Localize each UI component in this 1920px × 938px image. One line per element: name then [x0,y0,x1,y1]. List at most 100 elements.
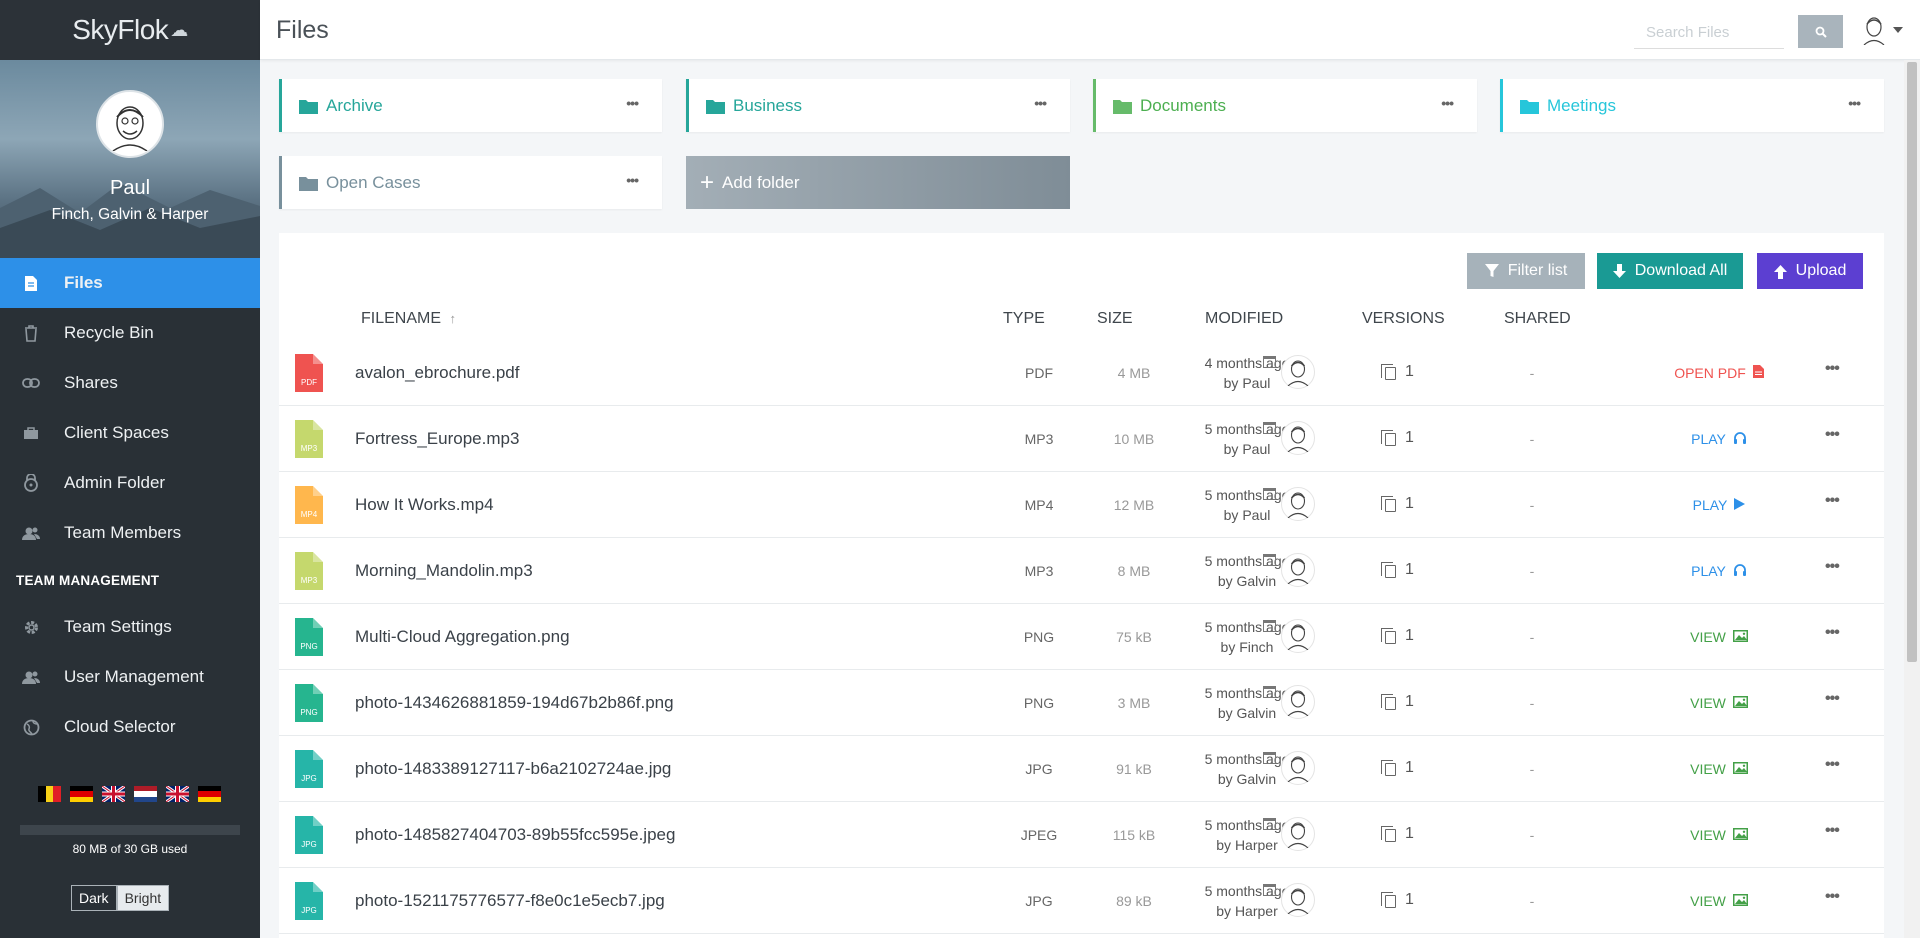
scrollbar-thumb[interactable] [1907,62,1917,662]
nav-item-team-settings[interactable]: Team Settings [0,602,260,652]
version-count[interactable]: 1 [1405,429,1414,447]
nav-item-files[interactable]: Files [0,258,260,308]
more-options-icon[interactable]: ••• [1825,426,1840,444]
more-options-icon[interactable]: ••• [1034,95,1047,111]
nav-item-client-spaces[interactable]: Client Spaces [0,408,260,458]
table-row[interactable]: PDF avalon_ebrochure.pdf PDF 4 MB 4 mont… [279,341,1884,406]
more-options-icon[interactable]: ••• [1825,360,1840,378]
more-options-icon[interactable]: ••• [1441,95,1454,111]
avatar[interactable] [96,90,164,158]
file-action-button[interactable]: OPEN PDF [1619,365,1819,381]
nav-item-admin-folder[interactable]: Admin Folder [0,458,260,508]
download-icon [1612,263,1626,278]
version-count[interactable]: 1 [1405,561,1414,579]
more-options-icon[interactable]: ••• [1825,756,1840,774]
folder-documents[interactable]: Documents ••• [1093,79,1477,132]
modifier-avatar [1281,883,1315,917]
file-name[interactable]: Morning_Mandolin.mp3 [355,561,533,581]
column-header-filename[interactable]: FILENAME ↑ [361,310,456,328]
file-action-label: VIEW [1690,695,1726,711]
more-options-icon[interactable]: ••• [1825,624,1840,642]
dark-theme-button[interactable]: Dark [71,885,117,911]
file-action-button[interactable]: PLAY [1619,431,1819,447]
version-count[interactable]: 1 [1405,825,1414,843]
column-header-type[interactable]: TYPE [1003,310,1045,328]
nav-item-label: Admin Folder [64,473,166,492]
file-name[interactable]: photo-1521175776577-f8e0c1e5ecb7.jpg [355,891,665,911]
file-action-button[interactable]: PLAY [1619,563,1819,579]
version-count[interactable]: 1 [1405,627,1414,645]
flag-gb-icon[interactable] [102,786,125,802]
modifier-avatar [1281,487,1315,521]
nav-item-cloud-selector[interactable]: Cloud Selector [0,702,260,752]
search-input[interactable] [1634,16,1784,49]
flag-de-icon[interactable] [70,786,93,802]
search-button[interactable] [1798,15,1843,48]
table-row[interactable]: PNG photo-1434626881859-194d67b2b86f.png… [279,671,1884,736]
folder-open-cases[interactable]: Open Cases ••• [279,156,662,209]
download-all-button[interactable]: Download All [1597,253,1743,289]
file-type-icon: MP3 [295,420,323,458]
more-options-icon[interactable]: ••• [1825,558,1840,576]
table-row[interactable]: JPG photo-1485827404703-89b55fcc595e.jpe… [279,803,1884,868]
nav-item-team-members[interactable]: Team Members [0,508,260,558]
more-options-icon[interactable]: ••• [626,172,639,188]
column-header-versions[interactable]: VERSIONS [1362,310,1445,328]
version-count[interactable]: 1 [1405,693,1414,711]
upload-button[interactable]: Upload [1757,253,1863,289]
folder-archive[interactable]: Archive ••• [279,79,662,132]
file-action-button[interactable]: PLAY [1619,497,1819,513]
nav-item-recycle-bin[interactable]: Recycle Bin [0,308,260,358]
more-options-icon[interactable]: ••• [626,95,639,111]
table-row[interactable]: JPG photo-1521175776577-f8e0c1e5ecb7.jpg… [279,869,1884,934]
folder-business[interactable]: Business ••• [686,79,1070,132]
column-header-modified[interactable]: MODIFIED [1205,310,1283,328]
more-options-icon[interactable]: ••• [1848,95,1861,111]
version-count[interactable]: 1 [1405,363,1414,381]
table-row[interactable]: MP3 Morning_Mandolin.mp3 MP3 8 MB 5 mont… [279,539,1884,604]
file-name[interactable]: photo-1483389127117-b6a2102724ae.jpg [355,759,671,779]
table-row[interactable]: JPG photo-1483389127117-b6a2102724ae.jpg… [279,737,1884,802]
file-type: JPG [1025,893,1053,909]
bright-theme-button[interactable]: Bright [116,885,170,911]
file-name[interactable]: Fortress_Europe.mp3 [355,429,519,449]
file-action-button[interactable]: VIEW [1619,695,1819,711]
more-options-icon[interactable]: ••• [1825,690,1840,708]
version-count[interactable]: 1 [1405,495,1414,513]
flag-be-icon[interactable] [38,786,62,802]
table-row[interactable]: PNG Multi-Cloud Aggregation.png PNG 75 k… [279,605,1884,670]
chevron-down-icon[interactable] [1893,27,1903,33]
file-action-button[interactable]: VIEW [1619,761,1819,777]
user-sketch-icon [1287,690,1309,716]
column-header-shared[interactable]: SHARED [1504,310,1571,328]
filter-list-button[interactable]: Filter list [1467,253,1585,289]
file-name[interactable]: photo-1485827404703-89b55fcc595e.jpeg [355,825,675,845]
app-logo[interactable]: SkyFlok ☁ [0,0,260,60]
file-action-label: VIEW [1690,827,1726,843]
file-name[interactable]: How It Works.mp4 [355,495,494,515]
file-action-button[interactable]: VIEW [1619,893,1819,909]
more-options-icon[interactable]: ••• [1825,888,1840,906]
version-count[interactable]: 1 [1405,891,1414,909]
file-name[interactable]: Multi-Cloud Aggregation.png [355,627,570,647]
file-action-button[interactable]: VIEW [1619,827,1819,843]
table-row[interactable]: MP4 How It Works.mp4 MP4 12 MB 5 months … [279,473,1884,538]
flag-gb-icon[interactable] [166,786,189,802]
scrollbar[interactable] [1904,60,1920,938]
more-options-icon[interactable]: ••• [1825,822,1840,840]
flag-nl-icon[interactable] [134,786,157,802]
folder-meetings[interactable]: Meetings ••• [1500,79,1884,132]
file-action-button[interactable]: VIEW [1619,629,1819,645]
file-name[interactable]: photo-1434626881859-194d67b2b86f.png [355,693,674,713]
version-count[interactable]: 1 [1405,759,1414,777]
nav-item-shares[interactable]: Shares [0,358,260,408]
add-folder-button[interactable]: + Add folder [686,156,1070,209]
more-options-icon[interactable]: ••• [1825,492,1840,510]
flag-de-icon[interactable] [198,786,221,802]
table-row[interactable]: MP3 Fortress_Europe.mp3 MP3 10 MB 5 mont… [279,407,1884,472]
column-header-size[interactable]: SIZE [1097,310,1133,328]
nav-item-user-management[interactable]: User Management [0,652,260,702]
user-avatar[interactable] [1859,14,1889,46]
versions-icon [1381,628,1396,644]
file-name[interactable]: avalon_ebrochure.pdf [355,363,519,383]
